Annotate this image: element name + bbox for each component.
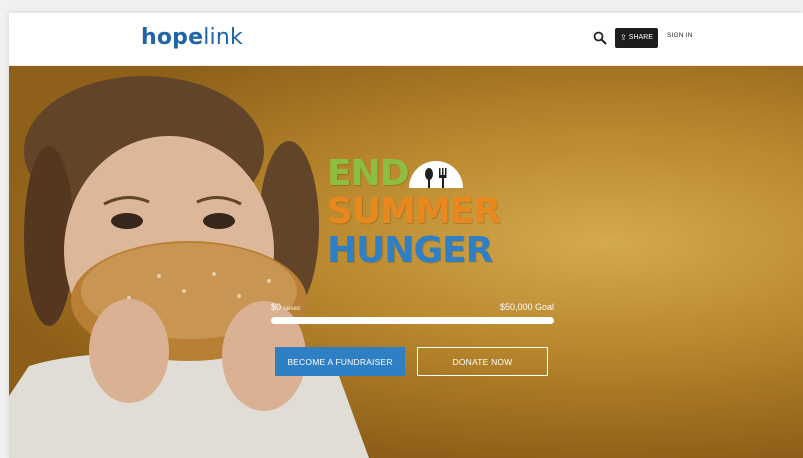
campaign-line-summer: SUMMER: [327, 191, 501, 232]
become-fundraiser-button[interactable]: BECOME A FUNDRAISER: [275, 347, 405, 376]
site-header: hopelink ⇪ SHARE SIGN IN: [9, 13, 803, 66]
share-button[interactable]: ⇪ SHARE: [615, 28, 658, 48]
donate-now-button[interactable]: DONATE NOW: [417, 347, 548, 376]
fundraising-progress: $0 raised $50,000 Goal: [271, 302, 554, 332]
logo-text-light: link: [203, 25, 243, 50]
goal-amount: $50,000 Goal: [499, 302, 554, 312]
raised-amount: $0 raised: [271, 302, 300, 312]
raised-label: raised: [283, 306, 300, 312]
share-label: SHARE: [628, 34, 653, 41]
search-icon[interactable]: [593, 31, 607, 45]
raised-value: $0: [271, 302, 282, 312]
hopelink-logo[interactable]: hopelink: [141, 23, 243, 53]
sign-in-link[interactable]: SIGN IN: [667, 32, 693, 39]
hero-banner: END SUMMER HUNGER $0 raised $50,000 Goal: [9, 66, 803, 458]
plate-fork-spoon-icon: [409, 161, 463, 188]
campaign-line-hunger: HUNGER: [327, 230, 493, 271]
logo-text-bold: hope: [141, 25, 204, 50]
campaign-line-end: END: [327, 153, 410, 194]
end-summer-hunger-logo: END SUMMER HUNGER: [327, 156, 507, 271]
share-icon: ⇪: [620, 33, 627, 42]
page-frame: hopelink ⇪ SHARE SIGN IN END SUMMER HUNG…: [9, 13, 803, 458]
progress-bar: [271, 317, 554, 324]
